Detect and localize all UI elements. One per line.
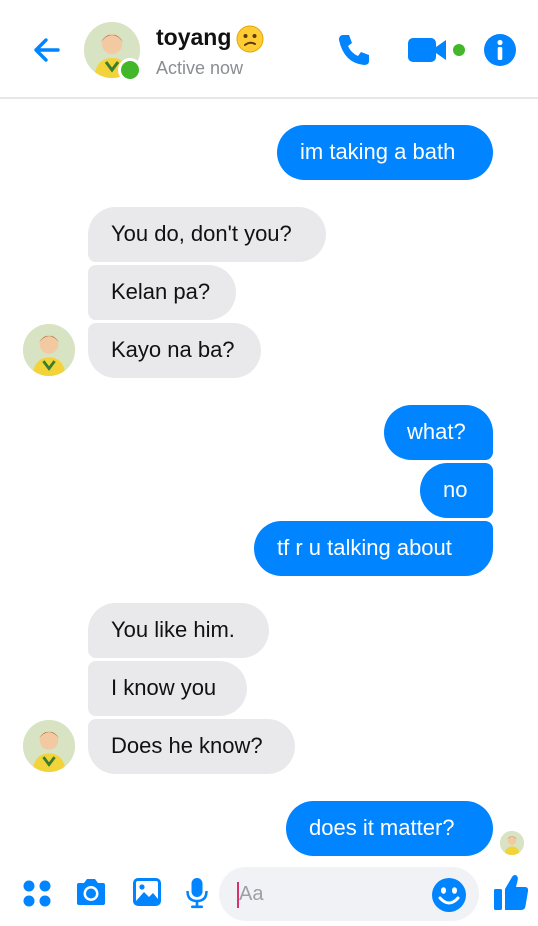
message-composer: Aa: [0, 862, 538, 926]
info-icon[interactable]: [483, 33, 517, 67]
arrow-left-icon[interactable]: [28, 32, 64, 68]
camera-icon[interactable]: [74, 876, 108, 908]
confused-face-emoji-icon: [236, 25, 264, 53]
incoming-message[interactable]: You like him.: [88, 603, 269, 658]
incoming-message[interactable]: You do, don't you?: [88, 207, 326, 262]
message-input[interactable]: Aa: [219, 867, 479, 921]
smiley-icon[interactable]: [431, 877, 467, 913]
seen-indicator-avatar: [500, 831, 524, 855]
incoming-message[interactable]: Kelan pa?: [88, 265, 236, 320]
online-indicator: [118, 58, 142, 82]
outgoing-message[interactable]: does it matter?: [286, 801, 493, 856]
outgoing-message[interactable]: what?: [384, 405, 493, 460]
phone-icon[interactable]: [334, 30, 374, 70]
incoming-message[interactable]: Does he know?: [88, 719, 295, 774]
conversation-header: toyang Active now: [0, 0, 538, 99]
outgoing-message[interactable]: tf r u talking about: [254, 521, 493, 576]
contact-name[interactable]: toyang: [156, 24, 231, 51]
microphone-icon[interactable]: [185, 876, 209, 910]
image-icon[interactable]: [131, 876, 163, 908]
outgoing-message[interactable]: im taking a bath: [277, 125, 493, 180]
apps-grid-icon[interactable]: [22, 878, 52, 908]
incoming-message[interactable]: Kayo na ba?: [88, 323, 261, 378]
contact-avatar-small[interactable]: [23, 324, 75, 376]
message-input-placeholder: Aa: [239, 883, 264, 905]
incoming-message[interactable]: I know you: [88, 661, 247, 716]
video-camera-icon[interactable]: [406, 34, 468, 66]
thumbs-up-icon[interactable]: [492, 872, 530, 912]
contact-avatar-small[interactable]: [23, 720, 75, 772]
outgoing-message[interactable]: no: [420, 463, 493, 518]
presence-status: Active now: [156, 58, 244, 78]
